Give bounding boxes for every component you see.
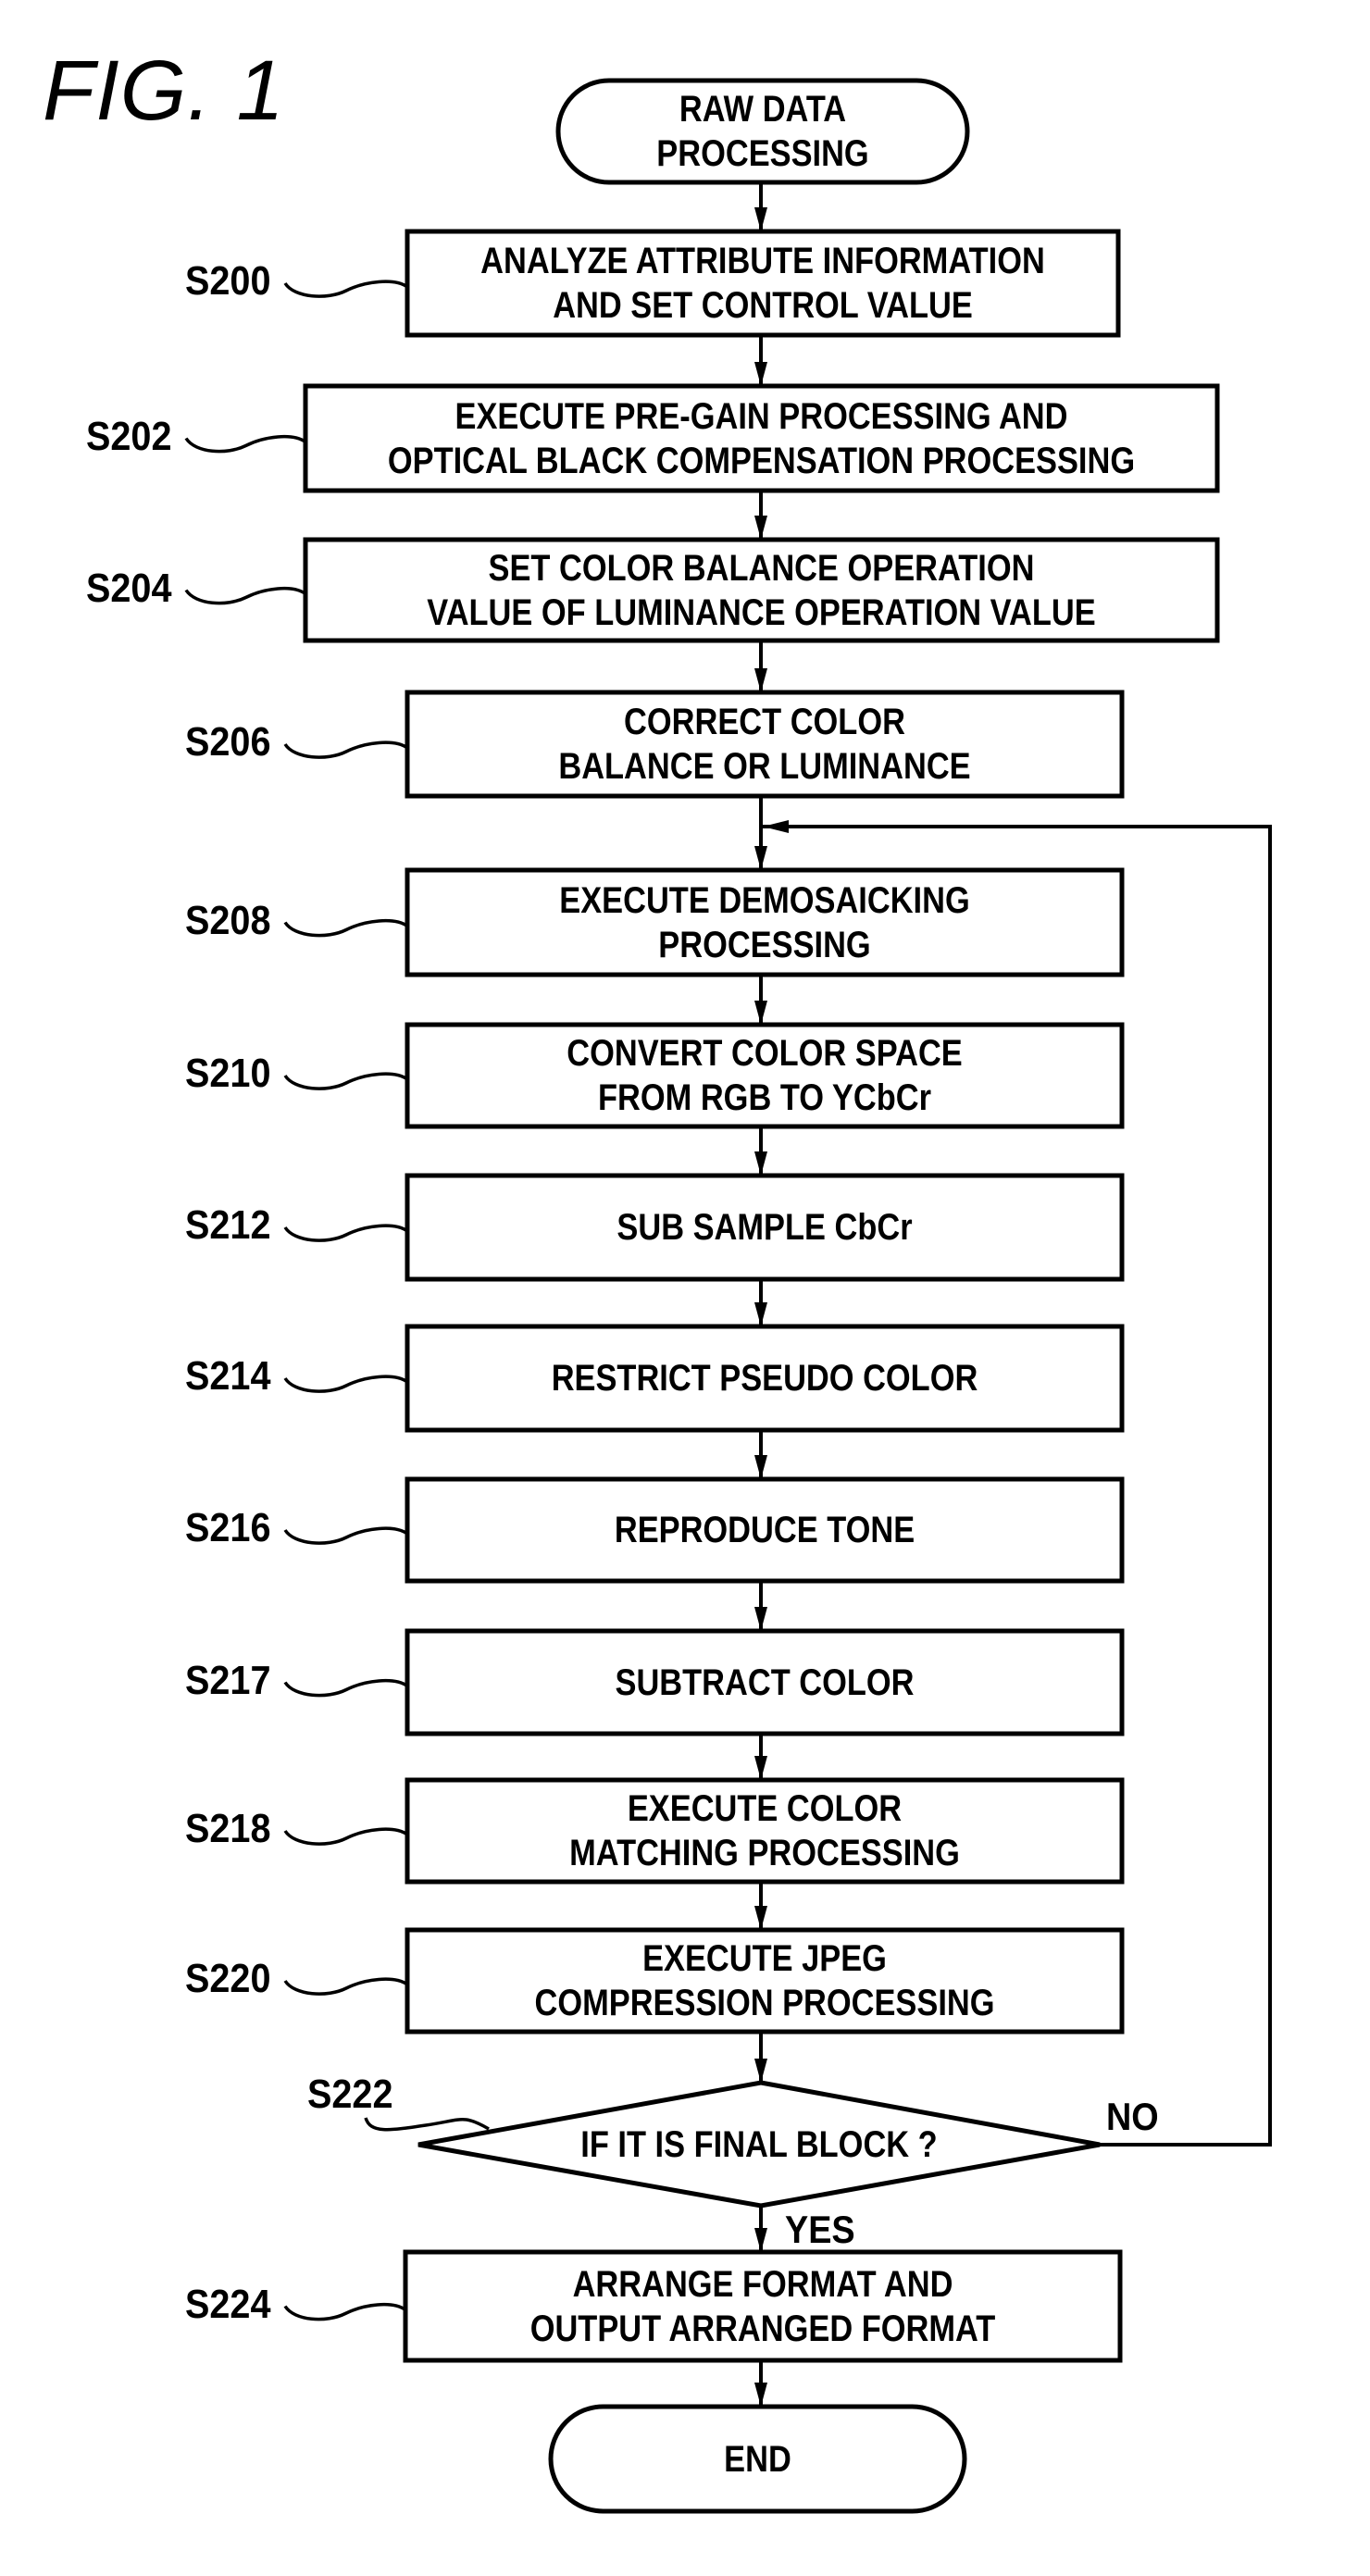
process-text-s208: EXECUTE DEMOSAICKING PROCESSING (559, 879, 970, 965)
step-label-s222: S222 (307, 2072, 393, 2117)
loop-back-arrowhead (763, 820, 789, 833)
decision-text: IF IT IS FINAL BLOCK ? (580, 2124, 938, 2165)
arrow-to-step-12-head (754, 1906, 767, 1930)
arrow-to-end-head (754, 2383, 767, 2407)
leader-s202 (184, 435, 307, 454)
process-text-s220: EXECUTE JPEG COMPRESSION PROCESSING (534, 1938, 995, 2023)
process-text-s217: SUBTRACT COLOR (615, 1661, 915, 1703)
start-terminal-text: RAW DATA PROCESSING (656, 89, 869, 174)
arrow-to-step-1-head (754, 207, 767, 231)
step-label-s202: S202 (86, 413, 172, 459)
arrow-yes-head (754, 2228, 767, 2252)
process-text-s202: EXECUTE PRE-GAIN PROCESSING AND OPTICAL … (387, 395, 1136, 481)
process-text-s206: CORRECT COLOR BALANCE OR LUMINANCE (558, 702, 971, 787)
arrow-to-step-9-head (754, 1455, 767, 1479)
leader-s212 (283, 1224, 409, 1242)
leader-s208 (283, 919, 409, 938)
leader-s217 (283, 1679, 409, 1698)
leader-s222 (364, 2117, 490, 2132)
step-label-s204: S204 (86, 565, 172, 611)
step-label-s210: S210 (185, 1051, 271, 1096)
step-label-s212: S212 (185, 1202, 271, 1248)
arrow-to-step-8-head (754, 1302, 767, 1326)
leader-s200 (283, 280, 409, 298)
process-text-s212: SUB SAMPLE CbCr (616, 1207, 913, 1248)
step-label-s216: S216 (185, 1505, 271, 1550)
branch-label-no: NO (1106, 2095, 1159, 2138)
process-text-s204: SET COLOR BALANCE OPERATION VALUE OF LUM… (427, 547, 1096, 633)
process-text-s210: CONVERT COLOR SPACE FROM RGB TO YCbCr (567, 1033, 963, 1118)
arrow-to-step-7-head (754, 1151, 767, 1176)
process-text-s218: EXECUTE COLOR MATCHING PROCESSING (569, 1788, 960, 1873)
leader-s224 (283, 2303, 407, 2321)
process-text-s224: ARRANGE FORMAT AND OUTPUT ARRANGED FORMA… (529, 2263, 996, 2349)
process-text-s200: ANALYZE ATTRIBUTE INFORMATION AND SET CO… (480, 241, 1045, 326)
branch-label-yes: YES (785, 2208, 855, 2251)
process-text-s214: RESTRICT PSEUDO COLOR (551, 1358, 978, 1399)
arrow-to-decision-head (754, 2059, 767, 2083)
leader-s214 (283, 1375, 409, 1393)
leader-s216 (283, 1526, 409, 1545)
arrow-to-step-11-head (754, 1756, 767, 1780)
step-label-s217: S217 (185, 1657, 271, 1703)
arrow-to-step-4-head (754, 668, 767, 692)
end-terminal-text: END (724, 2438, 791, 2480)
leader-s204 (184, 587, 307, 605)
process-text-s216: REPRODUCE TONE (614, 1510, 915, 1550)
leader-s206 (283, 740, 409, 759)
arrow-to-s208-head (754, 846, 767, 870)
arrow-to-step-6-head (754, 1001, 767, 1025)
arrow-to-step-10-head (754, 1607, 767, 1631)
step-label-s220: S220 (185, 1956, 271, 2001)
leader-s220 (283, 1977, 409, 1996)
leader-s210 (283, 1072, 409, 1090)
step-label-s224: S224 (185, 2281, 271, 2327)
step-label-s208: S208 (185, 897, 271, 943)
step-label-s218: S218 (185, 1806, 271, 1851)
step-label-s206: S206 (185, 719, 271, 765)
arrow-to-step-3-head (754, 516, 767, 540)
step-label-s200: S200 (185, 258, 271, 304)
leader-s218 (283, 1827, 409, 1846)
flowchart: FIG. 1 RAW DATA PROCESSING ANALYZE ATTRIB… (0, 0, 1370, 2571)
figure-title: FIG. 1 (43, 44, 285, 138)
step-label-s214: S214 (185, 1353, 271, 1399)
arrow-to-step-2-head (754, 362, 767, 386)
